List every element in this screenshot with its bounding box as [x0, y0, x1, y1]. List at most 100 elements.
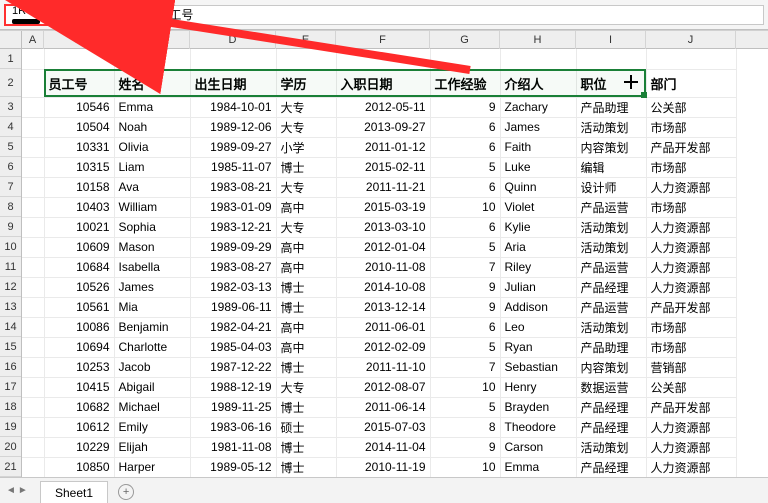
table-row[interactable]: 10546Emma1984-10-01大专2012-05-119Zachary产…: [22, 97, 736, 117]
cell[interactable]: 9: [430, 297, 500, 317]
cell[interactable]: 内容策划: [576, 137, 646, 157]
cell[interactable]: Noah: [114, 117, 190, 137]
cell[interactable]: 1985-11-07: [190, 157, 276, 177]
cell[interactable]: 出生日期: [190, 69, 276, 97]
cell[interactable]: 1988-12-19: [190, 377, 276, 397]
cell[interactable]: 2011-06-14: [336, 397, 430, 417]
cell[interactable]: [430, 49, 500, 69]
cell[interactable]: [22, 457, 44, 477]
cell[interactable]: 10: [430, 457, 500, 477]
cell[interactable]: 活动策划: [576, 317, 646, 337]
cell[interactable]: 2013-03-10: [336, 217, 430, 237]
cell[interactable]: Faith: [500, 137, 576, 157]
cell[interactable]: 10158: [44, 177, 114, 197]
cell[interactable]: 产品运营: [576, 197, 646, 217]
cell[interactable]: 工作经验: [430, 69, 500, 97]
cell[interactable]: 10682: [44, 397, 114, 417]
cell[interactable]: 学历: [276, 69, 336, 97]
cell[interactable]: 10609: [44, 237, 114, 257]
cell[interactable]: [22, 397, 44, 417]
cell[interactable]: 博士: [276, 157, 336, 177]
cell[interactable]: Sebastian: [500, 357, 576, 377]
cell[interactable]: 1989-09-29: [190, 237, 276, 257]
table-row[interactable]: 10526James1982-03-13博士2014-10-089Julian产…: [22, 277, 736, 297]
cell[interactable]: 10415: [44, 377, 114, 397]
cell[interactable]: 大专: [276, 97, 336, 117]
cell[interactable]: 市场部: [646, 337, 736, 357]
cell[interactable]: 博士: [276, 277, 336, 297]
table-row[interactable]: 10682Michael1989-11-25博士2011-06-145Brayd…: [22, 397, 736, 417]
cell[interactable]: 高中: [276, 197, 336, 217]
cell[interactable]: 10229: [44, 437, 114, 457]
cell[interactable]: 6: [430, 317, 500, 337]
cell[interactable]: [22, 297, 44, 317]
cell[interactable]: [22, 157, 44, 177]
cell[interactable]: 1985-04-03: [190, 337, 276, 357]
cell[interactable]: 6: [430, 137, 500, 157]
add-sheet-button[interactable]: +: [108, 481, 144, 503]
cell[interactable]: 9: [430, 437, 500, 457]
cell[interactable]: Emma: [114, 97, 190, 117]
cell[interactable]: 产品运营: [576, 297, 646, 317]
cell[interactable]: 10612: [44, 417, 114, 437]
cell[interactable]: Mason: [114, 237, 190, 257]
cell[interactable]: 高中: [276, 317, 336, 337]
row-headers[interactable]: 123456789101112131415161718192021: [0, 49, 22, 477]
row-header-7[interactable]: 7: [0, 177, 21, 197]
cell[interactable]: 产品经理: [576, 457, 646, 477]
cell[interactable]: 1983-01-09: [190, 197, 276, 217]
cell[interactable]: [22, 357, 44, 377]
cell[interactable]: [44, 49, 114, 69]
cell[interactable]: [22, 377, 44, 397]
cell[interactable]: Zachary: [500, 97, 576, 117]
cell[interactable]: 员工号: [44, 69, 114, 97]
cell[interactable]: 2013-12-14: [336, 297, 430, 317]
cell[interactable]: William: [114, 197, 190, 217]
cell[interactable]: 部门: [646, 69, 736, 97]
table-row[interactable]: 10331Olivia1989-09-27小学2011-01-126Faith内…: [22, 137, 736, 157]
col-header-C[interactable]: C: [114, 31, 190, 49]
cell[interactable]: 职位: [576, 69, 646, 97]
cell[interactable]: [22, 257, 44, 277]
cell[interactable]: Sophia: [114, 217, 190, 237]
table-row[interactable]: [22, 49, 736, 69]
cell[interactable]: 2010-11-19: [336, 457, 430, 477]
cell[interactable]: 5: [430, 237, 500, 257]
cell[interactable]: 产品助理: [576, 97, 646, 117]
row-header-1[interactable]: 1: [0, 49, 21, 69]
cell[interactable]: 活动策划: [576, 217, 646, 237]
cell[interactable]: 市场部: [646, 157, 736, 177]
cell[interactable]: 2011-11-21: [336, 177, 430, 197]
col-header-G[interactable]: G: [430, 31, 500, 49]
row-header-20[interactable]: 20: [0, 437, 21, 457]
cell[interactable]: 公关部: [646, 97, 736, 117]
column-headers[interactable]: ABCDEFGHIJ: [22, 31, 768, 49]
cell[interactable]: 1982-03-13: [190, 277, 276, 297]
cell[interactable]: 产品经理: [576, 417, 646, 437]
cell[interactable]: 2014-11-04: [336, 437, 430, 457]
cell[interactable]: [22, 217, 44, 237]
cell[interactable]: 活动策划: [576, 117, 646, 137]
table-row[interactable]: 10694Charlotte1985-04-03高中2012-02-095Rya…: [22, 337, 736, 357]
row-header-13[interactable]: 13: [0, 297, 21, 317]
fx-icon[interactable]: fx: [127, 8, 144, 22]
cell[interactable]: [190, 49, 276, 69]
cell[interactable]: 产品开发部: [646, 297, 736, 317]
cell[interactable]: [22, 177, 44, 197]
chevron-down-icon[interactable]: [98, 12, 106, 17]
cell[interactable]: 5: [430, 337, 500, 357]
cell[interactable]: 1983-08-27: [190, 257, 276, 277]
row-header-9[interactable]: 9: [0, 217, 21, 237]
row-header-18[interactable]: 18: [0, 397, 21, 417]
cells-area[interactable]: 员工号姓名出生日期学历入职日期工作经验介绍人职位部门10546Emma1984-…: [22, 49, 768, 477]
cell[interactable]: 2015-02-11: [336, 157, 430, 177]
cell[interactable]: 人力资源部: [646, 437, 736, 457]
cell[interactable]: 1983-06-16: [190, 417, 276, 437]
cell[interactable]: 入职日期: [336, 69, 430, 97]
cell[interactable]: 10086: [44, 317, 114, 337]
table-row[interactable]: 10403William1983-01-09高中2015-03-1910Viol…: [22, 197, 736, 217]
cell[interactable]: 编辑: [576, 157, 646, 177]
cell[interactable]: 10526: [44, 277, 114, 297]
table-row[interactable]: 10850Harper1989-05-12博士2010-11-1910Emma产…: [22, 457, 736, 477]
col-header-E[interactable]: E: [276, 31, 336, 49]
